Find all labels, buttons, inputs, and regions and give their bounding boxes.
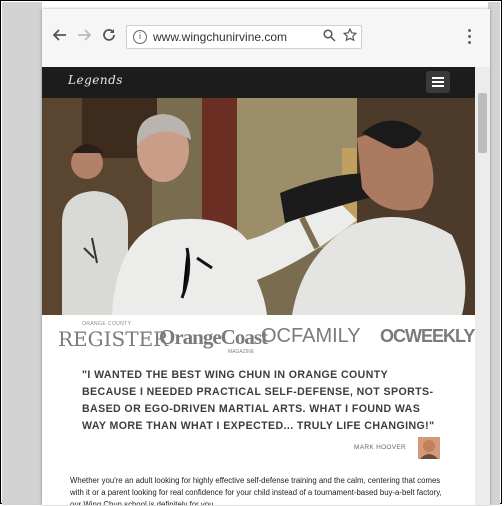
press-logo-orangecoast: OrangeCoast: [159, 325, 268, 349]
scrollbar-thumb[interactable]: [478, 93, 487, 153]
url-text[interactable]: www.wingchunirvine.com: [153, 30, 287, 44]
intro-paragraph: Whether you're an adult looking for high…: [70, 476, 442, 505]
arrow-right-icon: [78, 29, 92, 41]
press-logo-ocfamily: OCFAMILY: [261, 325, 361, 347]
browser-window: i www.wingchunirvine.com Legends REGISTE…: [42, 9, 490, 505]
site-header: Legends: [42, 67, 475, 98]
web-page: Legends REGISTER ORANGE COUNTY OrangeCoa…: [42, 67, 475, 505]
press-logo-register-small: ORANGE COUNTY: [82, 321, 132, 327]
reload-button[interactable]: [99, 27, 119, 47]
hamburger-icon[interactable]: [426, 71, 450, 93]
testimonial: "I WANTED THE BEST WING CHUN IN ORANGE C…: [82, 367, 442, 459]
author-avatar: [418, 437, 440, 459]
press-logo-register: REGISTER: [58, 327, 169, 351]
site-logo[interactable]: Legends: [68, 73, 123, 87]
screenshot-frame: i www.wingchunirvine.com Legends REGISTE…: [0, 0, 502, 505]
browser-toolbar: i www.wingchunirvine.com: [42, 9, 490, 67]
info-icon[interactable]: i: [133, 30, 147, 44]
hero-image: [42, 98, 475, 315]
testimonial-author: MARK HOOVER: [354, 444, 407, 451]
bookmark-star-icon[interactable]: [343, 28, 357, 42]
press-logo-ocweekly: OCWEEKLY: [380, 326, 475, 346]
press-logos: REGISTER ORANGE COUNTY OrangeCoast MAGAZ…: [42, 315, 475, 359]
desktop-background-left: [2, 2, 42, 505]
hero-photo: [42, 98, 475, 315]
page-scrollbar[interactable]: [475, 67, 490, 505]
back-button[interactable]: [50, 27, 70, 47]
search-icon[interactable]: [323, 29, 336, 42]
kebab-menu-icon[interactable]: [466, 29, 472, 47]
forward-button[interactable]: [74, 27, 94, 47]
reload-icon: [103, 29, 115, 41]
testimonial-quote: "I WANTED THE BEST WING CHUN IN ORANGE C…: [82, 369, 435, 432]
arrow-left-icon: [52, 29, 66, 41]
address-bar[interactable]: i www.wingchunirvine.com: [126, 25, 362, 49]
press-logo-orangecoast-small: MAGAZINE: [228, 349, 255, 355]
author-avatar-image: [418, 437, 440, 459]
